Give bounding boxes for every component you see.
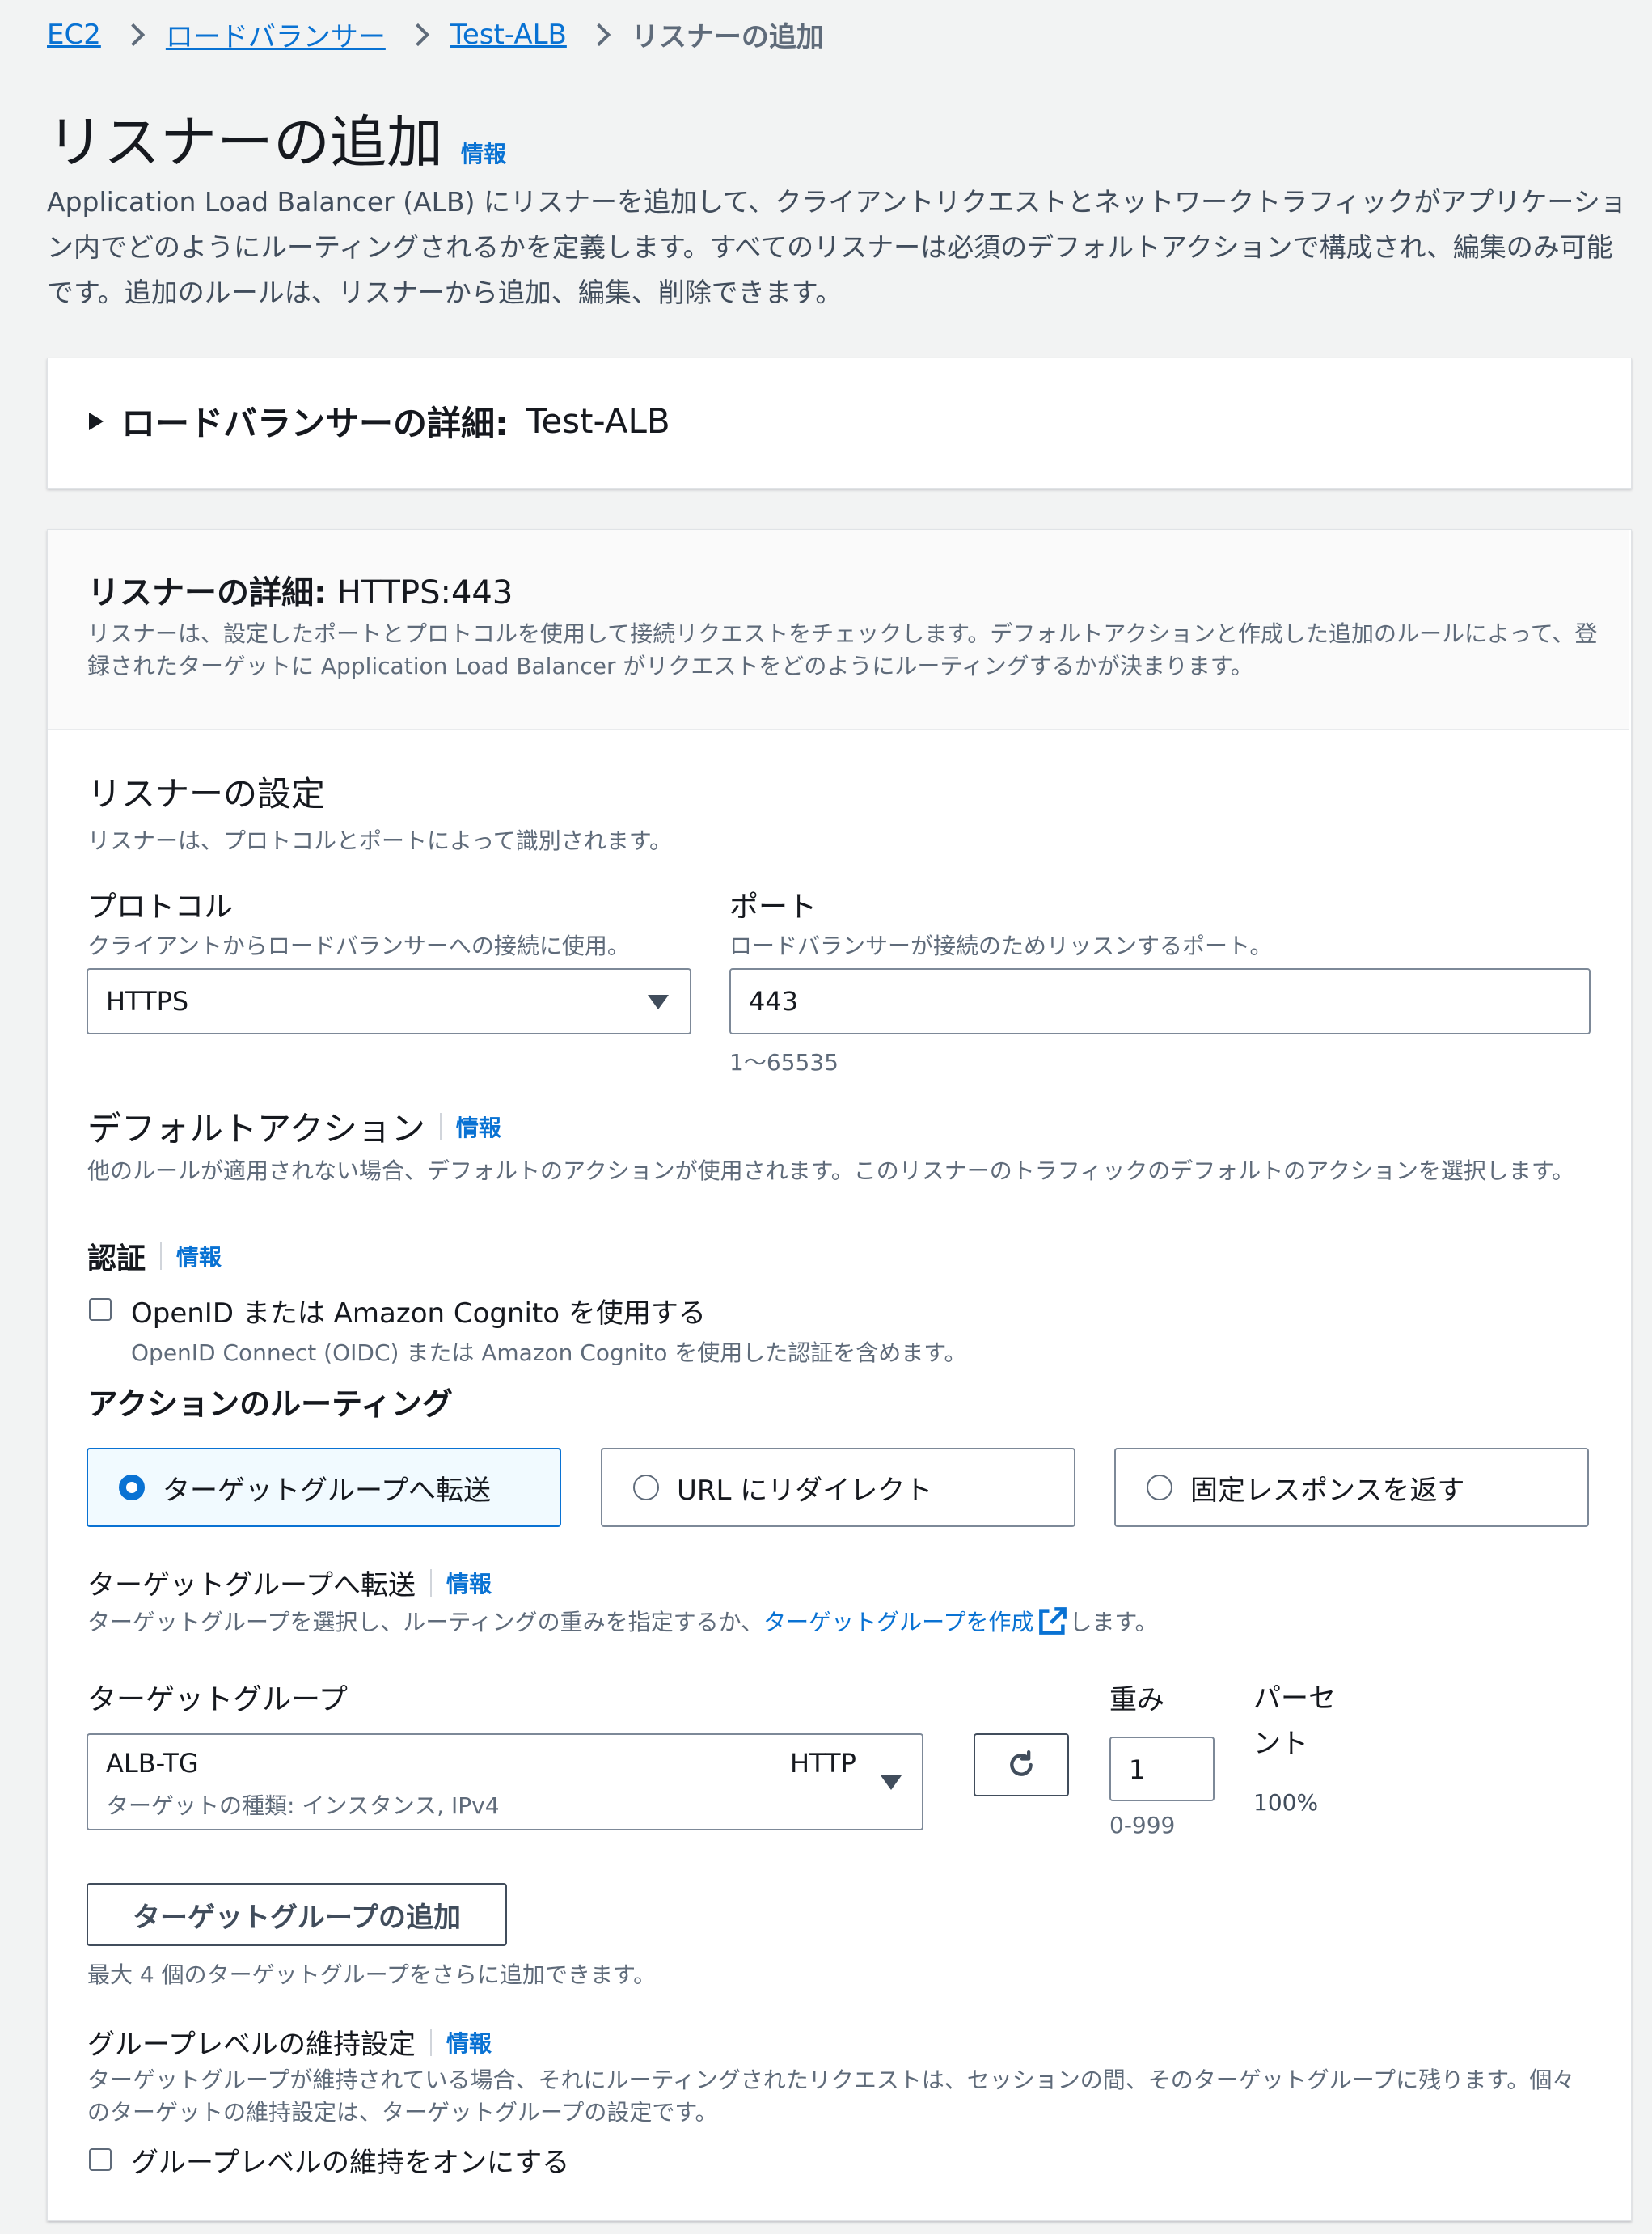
port-label: ポート bbox=[729, 891, 818, 924]
listener-config-description: リスナーは、プロトコルとポートによって識別されます。 bbox=[87, 827, 672, 854]
protocol-label: プロトコル bbox=[87, 891, 234, 924]
load-balancer-details-toggle[interactable]: ロードバランサーの詳細: Test-ALB bbox=[89, 396, 670, 446]
target-group-protocol: HTTP bbox=[790, 1748, 856, 1779]
forward-title: ターゲットグループへ転送 bbox=[87, 1569, 416, 1601]
listener-details-description: リスナーは、設定したポートとプロトコルを使用して接続リクエストをチェックします。… bbox=[87, 620, 1598, 679]
default-action-description: 他のルールが適用されない場合、デフォルトのアクションが使用されます。このリスナー… bbox=[87, 1157, 1575, 1184]
stickiness-checkbox-label[interactable]: グループレベルの維持をオンにする bbox=[131, 2140, 569, 2180]
listener-details-title: リスナーの詳細: HTTPS:443 bbox=[87, 566, 513, 613]
refresh-button[interactable] bbox=[974, 1733, 1069, 1796]
breadcrumb-current: リスナーの追加 bbox=[631, 21, 824, 53]
weight-input[interactable]: 1 bbox=[1109, 1737, 1215, 1801]
target-group-select[interactable]: ALB-TG HTTP ターゲットの種類: インスタンス, IPv4 bbox=[87, 1733, 923, 1830]
chevron-right-icon bbox=[121, 23, 146, 46]
oidc-checkbox[interactable] bbox=[89, 1298, 112, 1321]
weight-input-value: 1 bbox=[1129, 1754, 1146, 1785]
caret-down-icon bbox=[648, 995, 669, 1009]
caret-down-icon bbox=[881, 1775, 902, 1790]
forward-desc-prefix: ターゲットグループを選択し、ルーティングの重みを指定するか、 bbox=[87, 1609, 764, 1635]
add-target-group-hint: 最大 4 個のターゲットグループをさらに追加できます。 bbox=[87, 1961, 657, 1988]
stickiness-description: ターゲットグループが維持されている場合、それにルーティングされたリクエストは、セ… bbox=[87, 2067, 1575, 2126]
target-group-detail: ターゲットの種類: インスタンス, IPv4 bbox=[106, 1792, 500, 1819]
routing-title: アクションのルーティング bbox=[87, 1386, 453, 1422]
default-action-heading: デフォルトアクション 情報 bbox=[87, 1102, 501, 1151]
protocol-description: クライアントからロードバランサーへの接続に使用。 bbox=[87, 933, 630, 959]
oidc-checkbox-label[interactable]: OpenID または Amazon Cognito を使用する bbox=[131, 1291, 706, 1331]
auth-title: 認証 bbox=[87, 1242, 146, 1276]
divider bbox=[429, 1568, 432, 1597]
divider bbox=[429, 2028, 432, 2056]
stickiness-info-link[interactable]: 情報 bbox=[446, 2026, 492, 2058]
chevron-right-icon bbox=[587, 23, 611, 46]
listener-details-label: リスナーの詳細: bbox=[87, 574, 327, 611]
forward-info-link[interactable]: 情報 bbox=[446, 1567, 492, 1599]
weight-hint: 0-999 bbox=[1109, 1812, 1176, 1838]
auth-heading: 認証 情報 bbox=[87, 1235, 222, 1277]
target-group-label: ターゲットグループ bbox=[87, 1683, 348, 1716]
external-link-icon[interactable] bbox=[1038, 1606, 1067, 1635]
radio-icon bbox=[633, 1475, 659, 1500]
radio-selected-icon bbox=[119, 1475, 145, 1500]
add-target-group-button[interactable]: ターゲットグループの追加 bbox=[87, 1883, 507, 1946]
page-title-text: リスナーの追加 bbox=[47, 109, 443, 176]
breadcrumb: EC2 ロードバランサー Test-ALB リスナーの追加 bbox=[47, 15, 824, 54]
listener-details-value: HTTPS:443 bbox=[336, 574, 513, 611]
lb-details-name: Test-ALB bbox=[526, 401, 670, 441]
radio-icon bbox=[1147, 1475, 1172, 1500]
port-hint: 1〜65535 bbox=[729, 1049, 839, 1076]
routing-option-redirect[interactable]: URL にリダイレクト bbox=[601, 1448, 1075, 1527]
port-input[interactable]: 443 bbox=[729, 968, 1591, 1034]
routing-option-fixed-response-label: 固定レスポンスを返す bbox=[1190, 1474, 1465, 1507]
routing-option-forward-label: ターゲットグループへ転送 bbox=[163, 1474, 491, 1507]
stickiness-title: グループレベルの維持設定 bbox=[87, 2029, 416, 2061]
auth-info-link[interactable]: 情報 bbox=[176, 1240, 222, 1272]
weight-label: 重み bbox=[1109, 1684, 1164, 1716]
routing-option-fixed-response[interactable]: 固定レスポンスを返す bbox=[1114, 1448, 1589, 1527]
percent-value: 100% bbox=[1253, 1789, 1319, 1816]
caret-right-icon bbox=[89, 412, 104, 430]
target-group-name: ALB-TG bbox=[106, 1748, 199, 1779]
refresh-icon bbox=[1010, 1750, 1033, 1776]
default-action-title: デフォルトアクション bbox=[87, 1109, 425, 1149]
percent-label: パーセント bbox=[1253, 1682, 1336, 1760]
forward-description: ターゲットグループを選択し、ルーティングの重みを指定するか、 ターゲットグループ… bbox=[87, 1605, 1158, 1637]
forward-desc-suffix: します。 bbox=[1069, 1609, 1158, 1635]
page-title: リスナーの追加 情報 bbox=[47, 97, 506, 179]
stickiness-checkbox[interactable] bbox=[89, 2148, 112, 2171]
forward-heading: ターゲットグループへ転送 情報 bbox=[87, 1563, 492, 1602]
protocol-select[interactable]: HTTPS bbox=[87, 968, 691, 1034]
divider bbox=[160, 1242, 163, 1270]
page-description: Application Load Balancer (ALB) にリスナーを追加… bbox=[47, 186, 1627, 308]
stickiness-heading: グループレベルの維持設定 情報 bbox=[87, 2022, 492, 2062]
default-action-info-link[interactable]: 情報 bbox=[456, 1111, 501, 1143]
listener-config-title: リスナーの設定 bbox=[87, 774, 326, 814]
oidc-checkbox-description: OpenID Connect (OIDC) または Amazon Cognito… bbox=[131, 1339, 967, 1366]
lb-details-label: ロードバランサーの詳細: bbox=[121, 404, 509, 443]
port-input-value: 443 bbox=[749, 986, 799, 1017]
breadcrumb-load-balancers[interactable]: ロードバランサー bbox=[166, 15, 386, 54]
protocol-select-value: HTTPS bbox=[106, 986, 189, 1017]
divider bbox=[439, 1112, 442, 1140]
routing-option-redirect-label: URL にリダイレクト bbox=[677, 1474, 933, 1507]
chevron-right-icon bbox=[406, 23, 430, 46]
port-description: ロードバランサーが接続のためリッスンするポート。 bbox=[729, 933, 1273, 959]
breadcrumb-ec2[interactable]: EC2 bbox=[47, 19, 101, 51]
breadcrumb-test-alb[interactable]: Test-ALB bbox=[450, 19, 567, 51]
routing-option-forward[interactable]: ターゲットグループへ転送 bbox=[87, 1448, 561, 1527]
page-info-link[interactable]: 情報 bbox=[461, 137, 506, 169]
create-target-group-link[interactable]: ターゲットグループを作成 bbox=[763, 1605, 1033, 1637]
